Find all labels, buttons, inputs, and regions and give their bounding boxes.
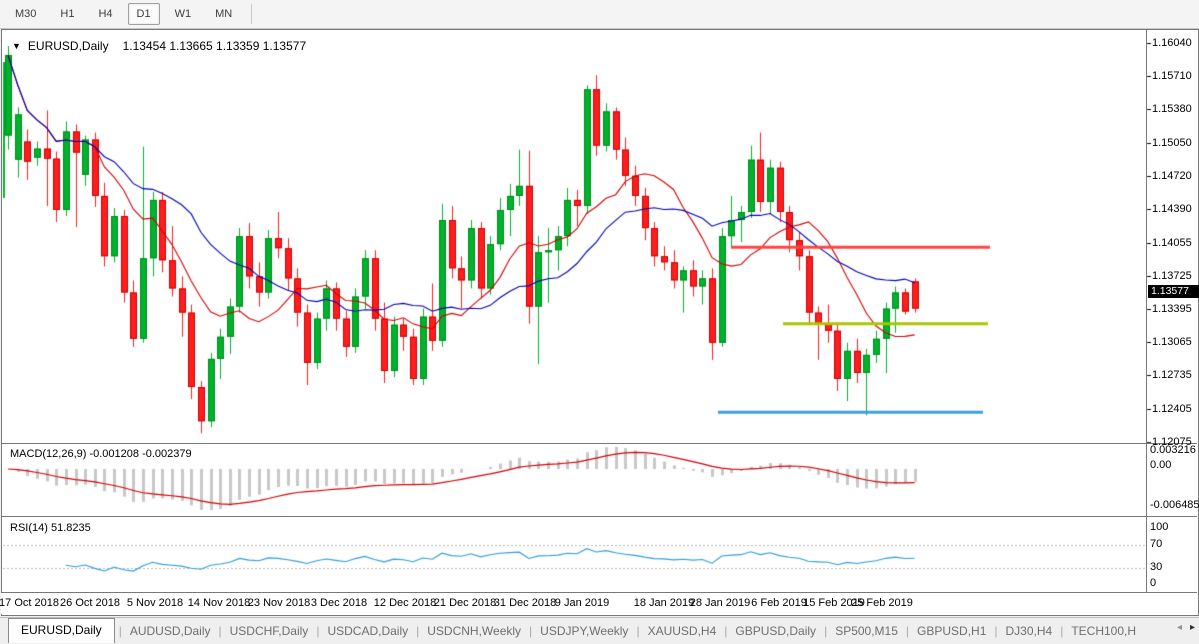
date-axis-label: 3 Dec 2018	[311, 597, 367, 609]
price-axis-label: 1.16040	[1152, 37, 1192, 49]
date-axis-label: 25 Feb 2019	[851, 597, 913, 609]
timeframe-button-mn[interactable]: MN	[206, 3, 241, 25]
timeframe-button-d1[interactable]: D1	[128, 3, 160, 25]
price-axis-label: 1.14055	[1152, 237, 1192, 249]
price-axis-label: 1.13725	[1152, 270, 1192, 282]
tab-separator: |	[720, 624, 731, 638]
date-axis-label: 18 Jan 2019	[634, 597, 695, 609]
price-axis-border	[1146, 29, 1147, 593]
tabs-scroll-right-icon[interactable]: ▸	[1190, 622, 1195, 633]
price-axis-label: 1.15380	[1152, 103, 1192, 115]
price-axis-label: 1.12735	[1152, 369, 1192, 381]
tab-scroll-arrows: ◂ ▸	[1171, 622, 1195, 633]
rsi-axis-label: 30	[1150, 561, 1162, 573]
date-axis-label: 14 Nov 2018	[188, 597, 250, 609]
timeframe-toolbar: M30 H1 H4 D1 W1 MN	[0, 0, 1199, 29]
price-axis-label: 1.13065	[1152, 336, 1192, 348]
macd-indicator-label: MACD(12,26,9) -0.001208 -0.002379	[10, 448, 192, 460]
macd-axis-label: -0.006485	[1150, 499, 1199, 511]
price-axis-label: 1.14390	[1152, 203, 1192, 215]
tabs-scroll-left-icon[interactable]: ◂	[1177, 622, 1182, 633]
tab-tech100-h[interactable]: TECH100,H	[1067, 624, 1140, 638]
date-axis-label: 12 Dec 2018	[374, 597, 436, 609]
rsi-axis-label: 70	[1150, 538, 1162, 550]
tab-separator: |	[902, 624, 913, 638]
macd-axis-label: 0.003216	[1150, 444, 1196, 456]
macd-axis-label: 0.00	[1150, 459, 1171, 471]
symbol-dropdown-icon[interactable]: ▼	[12, 41, 21, 51]
rsi-axis-label: 100	[1150, 521, 1168, 533]
price-axis-label: 1.15710	[1152, 70, 1192, 82]
date-axis-label: 28 Jan 2019	[690, 597, 751, 609]
tab-separator: |	[412, 624, 423, 638]
price-axis-label: 1.14720	[1152, 170, 1192, 182]
tab-separator: |	[115, 624, 126, 638]
price-axis-label: 1.13395	[1152, 303, 1192, 315]
tab-dj30-h4[interactable]: DJ30,H4	[1002, 624, 1057, 638]
price-chart-canvas[interactable]	[0, 0, 1199, 643]
main-macd-divider[interactable]	[1, 443, 1197, 444]
date-axis-label: 31 Dec 2018	[494, 597, 556, 609]
application-window: M30 H1 H4 D1 W1 MN ▼ EURUSD,Daily 1.1345…	[0, 0, 1199, 643]
date-axis-label: 17 Oct 2018	[0, 597, 59, 609]
timeframe-button-w1[interactable]: W1	[166, 3, 201, 25]
macd-rsi-divider[interactable]	[1, 516, 1197, 517]
tab-sp500-m15[interactable]: SP500,M15	[831, 624, 902, 638]
tab-separator: |	[820, 624, 831, 638]
tab-separator: |	[312, 624, 323, 638]
chart-symbol-label: EURUSD,Daily	[28, 39, 109, 53]
tab-usdcnh-weekly[interactable]: USDCNH,Weekly	[423, 624, 525, 638]
tab-separator: |	[1056, 624, 1067, 638]
tab-separator: |	[632, 624, 643, 638]
price-axis-label: 1.12405	[1152, 403, 1192, 415]
date-axis-label: 23 Nov 2018	[248, 597, 310, 609]
tab-xauusd-h4[interactable]: XAUUSD,H4	[644, 624, 721, 638]
timeframe-button-h1[interactable]: H1	[51, 3, 83, 25]
tab-usdcad-daily[interactable]: USDCAD,Daily	[323, 624, 412, 638]
tab-gbpusd-h1[interactable]: GBPUSD,H1	[913, 624, 990, 638]
tab-usdjpy-weekly[interactable]: USDJPY,Weekly	[536, 624, 632, 638]
current-price-tag: 1.13577	[1148, 285, 1199, 298]
date-axis-label: 26 Oct 2018	[60, 597, 120, 609]
tab-separator: |	[215, 624, 226, 638]
tab-gbpusd-daily[interactable]: GBPUSD,Daily	[731, 624, 820, 638]
date-axis-label: 5 Nov 2018	[127, 597, 183, 609]
date-axis-label: 9 Jan 2019	[555, 597, 609, 609]
date-axis-label: 21 Dec 2018	[434, 597, 496, 609]
chart-tab-bar: EURUSD,Daily|AUDUSD,Daily|USDCHF,Daily|U…	[0, 617, 1199, 644]
rsi-axis-label: 0	[1150, 577, 1156, 589]
price-axis-label: 1.15050	[1152, 137, 1192, 149]
tab-separator: |	[990, 624, 1001, 638]
timeframe-button-h4[interactable]: H4	[89, 3, 121, 25]
tab-separator: |	[525, 624, 536, 638]
toolbar-separator	[251, 4, 252, 24]
chart-title: ▼ EURUSD,Daily 1.13454 1.13665 1.13359 1…	[12, 39, 306, 53]
tab-eurusd-daily[interactable]: EURUSD,Daily	[8, 618, 115, 643]
timeframe-button-m30[interactable]: M30	[6, 3, 45, 25]
date-axis-label: 6 Feb 2019	[751, 597, 807, 609]
rsi-indicator-label: RSI(14) 51.8235	[10, 522, 91, 534]
tab-audusd-daily[interactable]: AUDUSD,Daily	[126, 624, 215, 638]
chart-ohlc-values: 1.13454 1.13665 1.13359 1.13577	[123, 39, 307, 53]
tab-usdchf-daily[interactable]: USDCHF,Daily	[226, 624, 313, 638]
